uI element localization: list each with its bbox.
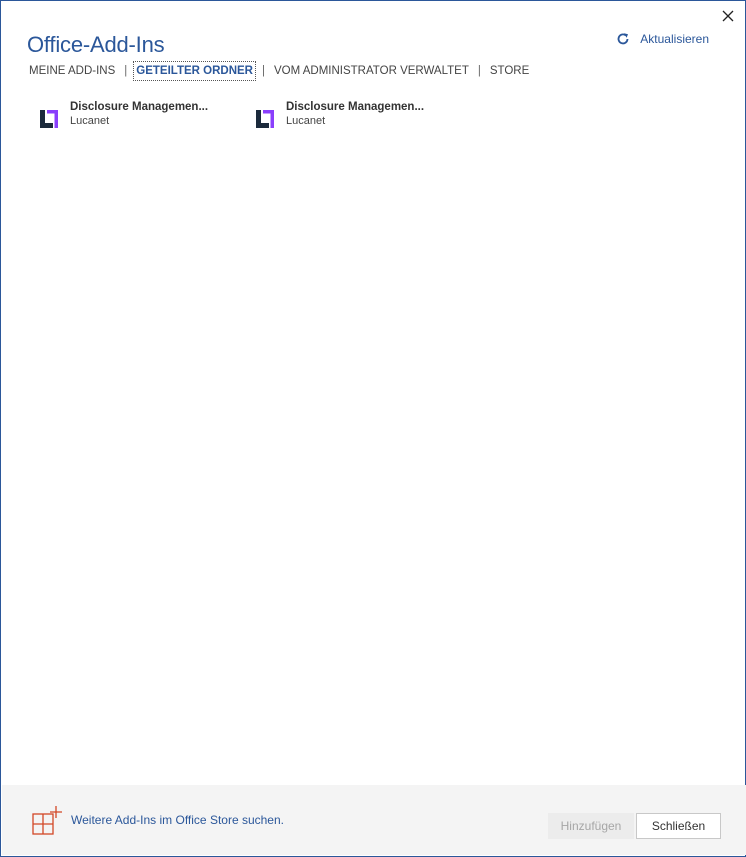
tab-bar: MEINE ADD-INS | GETEILTER ORDNER | VOM A… [28,61,530,81]
refresh-icon [617,33,629,45]
tab-shared-folder[interactable]: GETEILTER ORDNER [133,61,256,81]
store-search-link[interactable]: Weitere Add-Ins im Office Store suchen. [32,805,284,835]
addin-item[interactable]: Disclosure Managemen... Lucanet [38,101,218,130]
refresh-button[interactable]: Aktualisieren [616,32,709,46]
tab-admin-managed[interactable]: VOM ADMINISTRATOR VERWALTET [273,63,470,79]
office-addins-dialog: Office-Add-Ins Aktualisieren MEINE ADD-I… [0,0,746,857]
addin-publisher: Lucanet [70,115,110,127]
close-icon [722,10,734,22]
tab-my-addins[interactable]: MEINE ADD-INS [28,63,116,79]
refresh-label: Aktualisieren [640,32,709,46]
lucanet-logo-icon [40,110,58,128]
dialog-title: Office-Add-Ins [27,32,165,57]
tab-separator: | [261,65,265,77]
addin-publisher: Lucanet [286,115,326,127]
add-button[interactable]: Hinzufügen [548,813,634,839]
lucanet-logo-icon [256,110,274,128]
close-dialog-button[interactable] [719,7,737,25]
close-button[interactable]: Schließen [636,813,721,839]
tab-separator: | [124,65,128,77]
store-add-icon [32,806,62,835]
store-link-label: Weitere Add-Ins im Office Store suchen. [71,813,284,827]
addin-list: Disclosure Managemen... Lucanet Disclosu… [38,101,434,130]
addin-item[interactable]: Disclosure Managemen... Lucanet [254,101,434,130]
addin-name: Disclosure Managemen... [70,101,209,113]
tab-separator: | [477,65,481,77]
tab-store[interactable]: STORE [489,63,530,79]
addin-name: Disclosure Managemen... [286,101,425,113]
dialog-footer: Weitere Add-Ins im Office Store suchen. … [2,785,746,855]
